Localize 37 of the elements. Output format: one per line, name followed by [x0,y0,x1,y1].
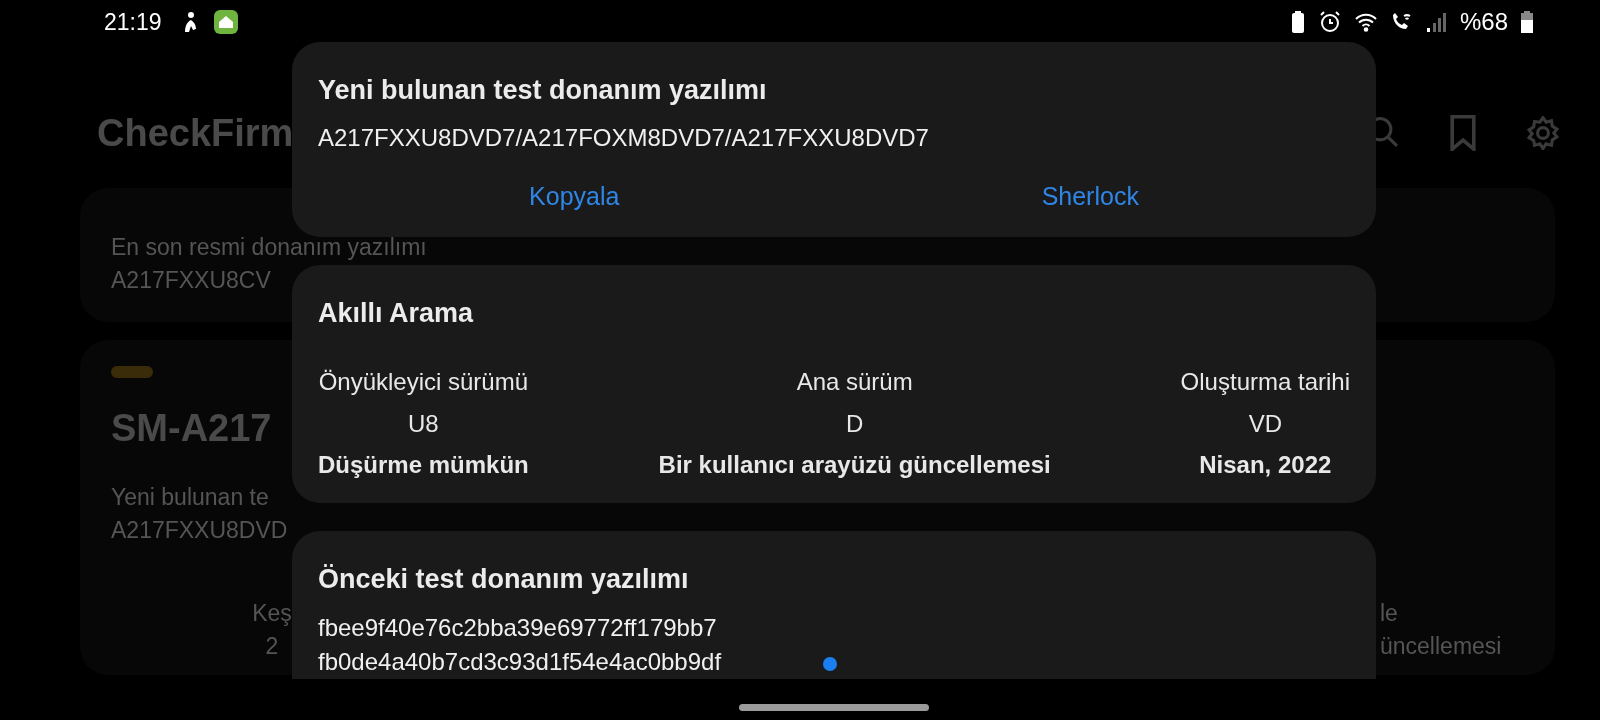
clock-time: 21:19 [104,8,162,36]
column-value: U8 [408,409,439,439]
info-text: üncellemesi [1380,632,1502,661]
column-note: Bir kullanıcı arayüzü güncellemesi [658,450,1051,480]
column-note: Düşürme mümkün [318,450,529,480]
battery-saver-icon [1289,10,1306,34]
firmware-text: A217FXXU8DVD [111,516,288,545]
home-app-icon [213,10,238,34]
info-text: Keş [252,599,292,628]
firmware-text: A217FXXU8CV [111,266,271,295]
column-label: Önyükleyici sürümü [318,367,529,397]
hash-text: fb0de4a40b7cd3c93d1f54e4ac0bb9df [318,647,722,677]
hash-text: fbee9f40e76c2bba39e69772ff179bb7 [318,613,717,643]
settings-icon [1526,116,1560,150]
column-label: Oluşturma tarihi [1180,367,1350,397]
model-name: SM-A217 [111,406,272,451]
firmware-label: Yeni bulunan te [111,483,269,512]
column-note: Nisan, 2022 [1199,450,1332,480]
battery-icon [1520,10,1534,34]
info-text: 2 [265,632,279,661]
signal-icon [1425,10,1448,34]
navigation-handle[interactable] [739,704,929,711]
column-label: Ana sürüm [796,367,913,397]
card-title: Yeni bulunan test donanım yazılımı [318,75,767,106]
app-title: CheckFirm [97,111,294,155]
firmware-label: En son resmi donanım yazılımı [111,233,427,262]
bookmark-icon [1450,115,1476,151]
status-pill [111,366,153,378]
card-title: Akıllı Arama [318,298,474,329]
column-value: VD [1248,409,1282,439]
column-value: D [846,409,864,439]
firmware-text: A217FXXU8DVD7/A217FOXM8DVD7/A217FXXU8DVD7 [318,123,929,153]
battery-percent: %68 [1459,8,1508,36]
card-title: Önceki test donanım yazılımı [318,564,689,595]
action-button[interactable]: Kopyala [509,176,640,217]
action-button[interactable]: Sherlock [1021,176,1159,217]
info-text: le [1380,599,1398,628]
